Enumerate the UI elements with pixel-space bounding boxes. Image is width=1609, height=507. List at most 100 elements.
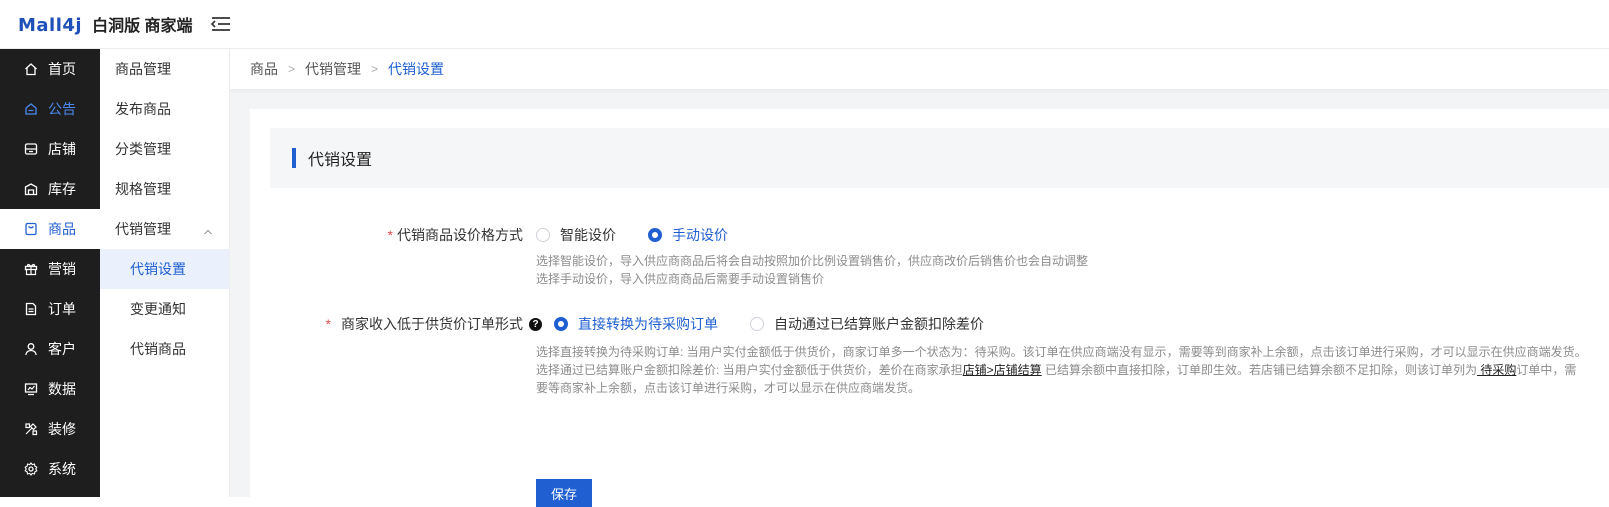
radio-label: 自动通过已结算账户金额扣除差价 [774, 316, 984, 332]
hint-text: 选择通过已结算账户金额扣除差价: 当用户实付金额低于供货价，差价在商家承担 [536, 363, 963, 377]
hint-line: 要等商家补上余额，点击该订单进行采购，才可以显示在供应商端发货。 [536, 381, 921, 395]
chevron-up-icon [203, 224, 213, 235]
submenu-group-consign[interactable]: 代销管理 [100, 209, 229, 249]
pricing-row: * 代销商品设价格方式 智能设价 手动设价 [250, 224, 1550, 246]
required-mark: * [325, 316, 331, 332]
submenu-item-spec[interactable]: 规格管理 [100, 169, 229, 209]
sidebar-item-label: 商品 [48, 221, 76, 237]
hint-line: 选择手动设价，导入供应商商品后需要手动设置销售价 [536, 272, 825, 286]
sidebar-item-notice[interactable]: 公告 [0, 89, 100, 129]
breadcrumb-item[interactable]: 代销管理 [305, 59, 361, 79]
chart-icon [24, 382, 38, 396]
decorate-icon [24, 422, 38, 436]
submenu-item-label: 代销商品 [130, 341, 186, 357]
section-header: 代销设置 [270, 128, 1609, 188]
submenu-item-goods-manage[interactable]: 商品管理 [100, 49, 229, 89]
sidebar-item-store[interactable]: 店铺 [0, 129, 100, 169]
main-sidebar: 首页 公告 店铺 库存 商品 营销 订单 客户 数据 装修 系统 [0, 49, 100, 497]
submenu-item-change-notice[interactable]: 变更通知 [100, 289, 229, 329]
low-income-label-text: 商家收入低于供货价订单形式 [341, 316, 523, 332]
gift-icon [24, 262, 38, 276]
sidebar-item-label: 公告 [48, 101, 76, 117]
radio-deduct-settled-balance[interactable]: 自动通过已结算账户金额扣除差价 [750, 314, 984, 334]
radio-label: 直接转换为待采购订单 [578, 316, 718, 332]
radio-label: 智能设价 [560, 227, 616, 243]
hint-line: 选择通过已结算账户金额扣除差价: 当用户实付金额低于供货价，差价在商家承担店铺>… [536, 361, 1576, 379]
sidebar-item-inventory[interactable]: 库存 [0, 169, 100, 209]
logo-mark: Mall4j [18, 15, 83, 36]
sidebar-item-goods[interactable]: 商品 [0, 209, 100, 249]
settings-card: 代销设置 * 代销商品设价格方式 智能设价 手动设价 选择智能设价，导入供应商商品… [250, 109, 1609, 507]
submenu-item-label: 代销设置 [130, 261, 186, 277]
sidebar-item-order[interactable]: 订单 [0, 289, 100, 329]
submenu-item-consign-goods[interactable]: 代销商品 [100, 329, 229, 369]
sidebar-item-home[interactable]: 首页 [0, 49, 100, 89]
sub-sidebar: 商品管理 发布商品 分类管理 规格管理 代销管理 代销设置 变更通知 代销商品 [100, 49, 230, 497]
submenu-item-label: 变更通知 [130, 301, 186, 317]
submenu-item-label: 代销管理 [115, 221, 171, 237]
submenu-item-label: 分类管理 [115, 141, 171, 157]
store-settlement-link[interactable]: 店铺>店铺结算 [963, 363, 1042, 377]
radio-circle [554, 317, 568, 331]
hint-text: 已结算余额中直接扣除，订单即生效。若店铺已结算余额不足扣除，则该订单列为 [1041, 363, 1478, 377]
pricing-hint: 选择智能设价，导入供应商商品后将会自动按照加价比例设置销售价，供应商改价后销售价… [536, 252, 1596, 288]
logo[interactable]: Mall4j 白洞版 商家端 [18, 12, 193, 36]
top-header: Mall4j 白洞版 商家端 [0, 0, 1609, 49]
gear-icon [24, 462, 38, 476]
radio-label: 手动设价 [672, 227, 728, 243]
pricing-label: * 代销商品设价格方式 [250, 225, 523, 245]
logo-text: 白洞版 商家端 [92, 18, 193, 35]
sidebar-item-label: 库存 [48, 181, 76, 197]
submenu-item-label: 商品管理 [115, 61, 171, 77]
sidebar-item-label: 首页 [48, 61, 76, 77]
sidebar-item-label: 客户 [48, 341, 76, 357]
sidebar-item-label: 装修 [48, 421, 76, 437]
chevron-right-icon: > [288, 62, 296, 76]
chevron-right-icon: > [371, 62, 379, 76]
required-mark: * [387, 227, 393, 243]
notice-icon [24, 102, 38, 116]
hint-line: 选择智能设价，导入供应商商品后将会自动按照加价比例设置销售价，供应商改价后销售价… [536, 254, 1089, 268]
menu-fold-icon[interactable] [210, 14, 232, 34]
breadcrumb-item[interactable]: 商品 [250, 59, 278, 79]
sidebar-item-label: 系统 [48, 461, 76, 477]
submenu-item-publish-goods[interactable]: 发布商品 [100, 89, 229, 129]
goods-icon [24, 222, 38, 236]
low-income-hint: 选择直接转换为待采购订单: 当用户实付金额低于供货价，商家订单多一个状态为：待采… [536, 343, 1587, 397]
section-title: 代销设置 [308, 152, 373, 169]
submenu-item-consign-settings[interactable]: 代销设置 [100, 249, 229, 289]
question-icon[interactable]: ? [529, 317, 542, 331]
low-income-row: * 商家收入低于供货价订单形式 ? 直接转换为待采购订单 自动通过已结算账户金额扣… [250, 313, 1550, 335]
sidebar-item-system[interactable]: 系统 [0, 449, 100, 489]
radio-circle [648, 228, 662, 242]
hint-line: 选择直接转换为待采购订单: 当用户实付金额低于供货价，商家订单多一个状态为：待采… [536, 345, 1587, 359]
sidebar-item-label: 数据 [48, 381, 76, 397]
save-button[interactable]: 保存 [536, 479, 592, 507]
user-icon [24, 342, 38, 356]
radio-manual-pricing[interactable]: 手动设价 [648, 225, 728, 245]
sidebar-item-customer[interactable]: 客户 [0, 329, 100, 369]
sidebar-item-label: 订单 [48, 301, 76, 317]
sidebar-item-marketing[interactable]: 营销 [0, 249, 100, 289]
main-content: 商品 > 代销管理 > 代销设置 代销设置 * 代销商品设价格方式 智能设价 手动… [230, 49, 1609, 507]
radio-circle [750, 317, 764, 331]
sidebar-item-label: 营销 [48, 261, 76, 277]
radio-convert-to-purchase[interactable]: 直接转换为待采购订单 [554, 314, 718, 334]
submenu-item-label: 规格管理 [115, 181, 171, 197]
store-icon [24, 142, 38, 156]
home-icon [24, 62, 38, 76]
pending-purchase-link[interactable]: 待采购 [1477, 363, 1516, 377]
sidebar-item-label: 店铺 [48, 141, 76, 157]
sidebar-item-decorate[interactable]: 装修 [0, 409, 100, 449]
breadcrumb: 商品 > 代销管理 > 代销设置 [230, 49, 1609, 89]
sidebar-item-data[interactable]: 数据 [0, 369, 100, 409]
radio-circle [536, 228, 550, 242]
pricing-label-text: 代销商品设价格方式 [397, 227, 523, 243]
order-icon [24, 302, 38, 316]
submenu-item-category[interactable]: 分类管理 [100, 129, 229, 169]
submenu-item-label: 发布商品 [115, 101, 171, 117]
inventory-icon [24, 182, 38, 196]
radio-smart-pricing[interactable]: 智能设价 [536, 225, 616, 245]
low-income-label: * 商家收入低于供货价订单形式 [250, 314, 523, 334]
breadcrumb-current: 代销设置 [388, 61, 445, 77]
